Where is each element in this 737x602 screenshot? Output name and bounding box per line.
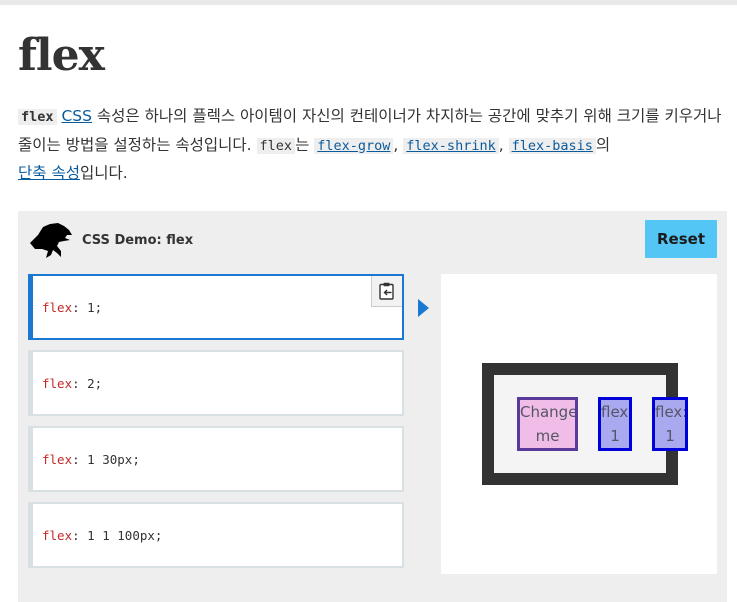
code-flex-2: flex: [256, 137, 296, 154]
choice-code: flex: 1;: [42, 276, 102, 338]
flex-item-change-me: Change me: [517, 397, 578, 451]
css-link[interactable]: CSS: [61, 107, 92, 125]
choice-value: : 1;: [72, 299, 103, 315]
item-text-line: flex:: [655, 403, 688, 421]
flex-shrink-link[interactable]: flex-shrink: [403, 136, 499, 154]
choice-code: flex: 1 1 100px;: [42, 504, 162, 566]
intro-text-2: 는: [295, 135, 310, 154]
page-title: flex: [18, 30, 105, 81]
dinosaur-logo-icon: [30, 223, 72, 258]
comma-1: ,: [393, 135, 399, 154]
flex-grow-link[interactable]: flex-grow: [314, 136, 394, 154]
intro-paragraph: flex CSS 속성은 하나의 플렉스 아이템이 자신의 컨테이너가 차지하는…: [18, 103, 730, 188]
choice-code: flex: 1 30px;: [42, 428, 140, 490]
top-strip: [0, 0, 737, 5]
intro-text-4: 입니다.: [79, 164, 128, 182]
clipboard-copy-icon: [379, 282, 394, 300]
flex-grow-code: flex-grow: [314, 137, 394, 154]
play-arrow-icon: [418, 299, 429, 317]
shorthand-link[interactable]: 단축 속성: [18, 164, 80, 182]
choice-flex-1-1-100px[interactable]: flex: 1 1 100px;: [28, 502, 404, 568]
item-text-line: flex:: [601, 403, 632, 421]
item-text-line: me: [535, 427, 560, 445]
choice-property: flex: [42, 299, 73, 315]
flex-basis-link[interactable]: flex-basis: [508, 136, 596, 154]
flex-shrink-code: flex-shrink: [403, 137, 499, 154]
choice-value: : 1 1 100px;: [72, 527, 163, 543]
choice-value: : 2;: [72, 375, 103, 391]
choice-flex-1-30px[interactable]: flex: 1 30px;: [28, 426, 404, 492]
output-panel: Change me flex: 1 flex: 1: [441, 274, 717, 574]
code-flex: flex: [18, 109, 57, 125]
intro-text-3: 의: [595, 135, 611, 154]
item-text-line: 1: [665, 427, 675, 445]
item-text-line: 1: [610, 427, 620, 445]
comma-2: ,: [498, 135, 504, 154]
item-text-line: Change: [520, 403, 578, 421]
choice-value: : 1 30px;: [72, 451, 140, 467]
flex-container: Change me flex: 1 flex: 1: [482, 363, 688, 485]
css-demo-panel: CSS Demo: flex Reset flex: 1; flex: 2; f…: [18, 211, 727, 602]
choice-code: flex: 2;: [42, 352, 102, 414]
flex-item-2: flex: 1: [598, 397, 632, 451]
reset-button[interactable]: Reset: [645, 220, 717, 258]
flex-item-3: flex: 1: [652, 397, 688, 451]
choice-flex-2[interactable]: flex: 2;: [28, 350, 404, 416]
demo-title: CSS Demo: flex: [82, 233, 194, 248]
choice-property: flex: [42, 375, 73, 391]
copy-button[interactable]: [371, 276, 402, 307]
flex-basis-code: flex-basis: [508, 137, 596, 154]
choice-flex-1[interactable]: flex: 1;: [28, 274, 404, 340]
choice-property: flex: [42, 527, 73, 543]
choice-property: flex: [42, 451, 73, 467]
